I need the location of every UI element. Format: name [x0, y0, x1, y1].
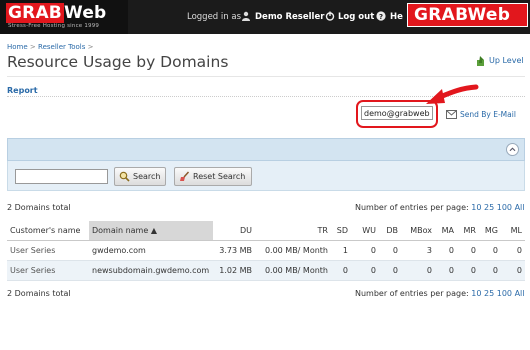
cell-sd: 0: [331, 260, 351, 281]
col-header-ma[interactable]: MA: [435, 221, 457, 241]
help-icon[interactable]: ?: [376, 11, 386, 21]
per-page-option-25[interactable]: 25: [484, 203, 494, 212]
cell-mg: 0: [479, 260, 501, 281]
per-page-option-25[interactable]: 25: [484, 289, 494, 298]
logout-link[interactable]: Log out: [338, 12, 374, 22]
per-page-selector-top: Number of entries per page: 10 25 100 Al…: [355, 203, 524, 212]
cell-du: 1.02 MB: [213, 260, 255, 281]
cell-domain[interactable]: newsubdomain.gwdemo.com: [89, 260, 213, 281]
breadcrumb: Home > Reseller Tools >: [7, 43, 93, 51]
cell-tr: 0.00 MB/ Month: [255, 240, 331, 261]
help-link[interactable]: He: [390, 12, 403, 22]
brand-logo[interactable]: GRAB Web Stress-Free Hosting since 1999: [0, 0, 128, 34]
col-header-mbox[interactable]: MBox: [401, 221, 435, 241]
per-page-label: Number of entries per page:: [355, 289, 469, 298]
domains-usage-table: Customer's name Domain name ▲ DU TR SD W…: [7, 221, 525, 281]
table-row: User Series gwdemo.com 3.73 MB 0.00 MB/ …: [7, 240, 525, 261]
current-user-name[interactable]: Demo Reseller: [255, 12, 324, 22]
breadcrumb-home[interactable]: Home: [7, 43, 28, 51]
search-button[interactable]: Search: [114, 167, 166, 186]
broom-icon: [180, 171, 190, 181]
report-email-input[interactable]: [361, 106, 433, 120]
cell-db: 0: [379, 260, 401, 281]
cell-ml: 0: [501, 260, 525, 281]
cell-customer[interactable]: User Series: [7, 240, 89, 261]
col-header-du[interactable]: DU: [213, 221, 255, 241]
title-divider: [7, 76, 525, 77]
col-header-mr[interactable]: MR: [457, 221, 479, 241]
search-input[interactable]: [15, 169, 108, 184]
user-icon: [242, 11, 250, 21]
cell-mr: 0: [457, 260, 479, 281]
per-page-selector-bottom: Number of entries per page: 10 25 100 Al…: [355, 289, 524, 298]
report-section-label: Report: [7, 86, 38, 95]
watermark-logo: GRABWeb: [407, 3, 528, 27]
cell-domain[interactable]: gwdemo.com: [89, 240, 213, 261]
send-by-email-link[interactable]: Send By E-Mail: [460, 110, 516, 119]
breadcrumb-reseller-tools[interactable]: Reseller Tools: [38, 43, 85, 51]
sort-asc-icon: ▲: [150, 225, 157, 235]
cell-ma: 0: [435, 240, 457, 261]
cell-ml: 0: [501, 240, 525, 261]
per-page-option-100[interactable]: 100: [497, 203, 512, 212]
cell-ma: 0: [435, 260, 457, 281]
col-header-sd[interactable]: SD: [331, 221, 351, 241]
col-header-db[interactable]: DB: [379, 221, 401, 241]
cell-mg: 0: [479, 240, 501, 261]
cell-tr: 0.00 MB/ Month: [255, 260, 331, 281]
watermark-grab-text: GRAB: [414, 5, 468, 25]
per-page-option-10[interactable]: 10: [471, 289, 481, 298]
col-header-tr[interactable]: TR: [255, 221, 331, 241]
col-header-customer[interactable]: Customer's name: [7, 221, 89, 241]
search-panel-header: [7, 138, 525, 161]
col-header-wu[interactable]: WU: [351, 221, 379, 241]
per-page-option-100[interactable]: 100: [497, 289, 512, 298]
breadcrumb-separator: >: [87, 43, 94, 51]
logo-web-text: Web: [63, 3, 107, 23]
breadcrumb-separator: >: [29, 43, 36, 51]
per-page-option-10[interactable]: 10: [471, 203, 481, 212]
per-page-option-all[interactable]: All: [515, 289, 525, 298]
svg-text:?: ?: [379, 13, 383, 21]
cell-db: 0: [379, 240, 401, 261]
logged-in-label: Logged in as: [187, 12, 241, 22]
per-page-option-all[interactable]: All: [515, 203, 525, 212]
watermark-web-text: Web: [467, 5, 511, 25]
logout-icon[interactable]: [325, 11, 335, 21]
cell-mbox: 0: [401, 260, 435, 281]
cell-du: 3.73 MB: [213, 240, 255, 261]
page-title: Resource Usage by Domains: [7, 53, 229, 71]
col-header-ml[interactable]: ML: [501, 221, 525, 241]
cell-mbox: 3: [401, 240, 435, 261]
logo-grab-text: GRAB: [6, 3, 64, 23]
up-level-link[interactable]: Up Level: [489, 56, 524, 65]
logo-tagline: Stress-Free Hosting since 1999: [8, 23, 100, 29]
col-header-mg[interactable]: MG: [479, 221, 501, 241]
magnifier-icon: [119, 171, 130, 182]
collapse-panel-button[interactable]: [506, 143, 519, 156]
table-row: User Series newsubdomain.gwdemo.com 1.02…: [7, 260, 525, 281]
per-page-label: Number of entries per page:: [355, 203, 469, 212]
cell-wu: 0: [351, 240, 379, 261]
cell-customer[interactable]: User Series: [7, 260, 89, 281]
cell-mr: 0: [457, 240, 479, 261]
table-header-row: Customer's name Domain name ▲ DU TR SD W…: [7, 221, 525, 241]
reset-search-button[interactable]: Reset Search: [174, 167, 252, 186]
col-header-domain[interactable]: Domain name ▲: [89, 221, 213, 241]
domains-total-top: 2 Domains total: [7, 203, 71, 212]
col-header-domain-label: Domain name: [92, 225, 149, 235]
search-button-label: Search: [133, 172, 161, 181]
cell-wu: 0: [351, 260, 379, 281]
domains-total-bottom: 2 Domains total: [7, 289, 71, 298]
envelope-icon[interactable]: [446, 110, 457, 119]
up-level-icon[interactable]: [476, 56, 486, 66]
reset-search-button-label: Reset Search: [193, 172, 246, 181]
cell-sd: 1: [331, 240, 351, 261]
